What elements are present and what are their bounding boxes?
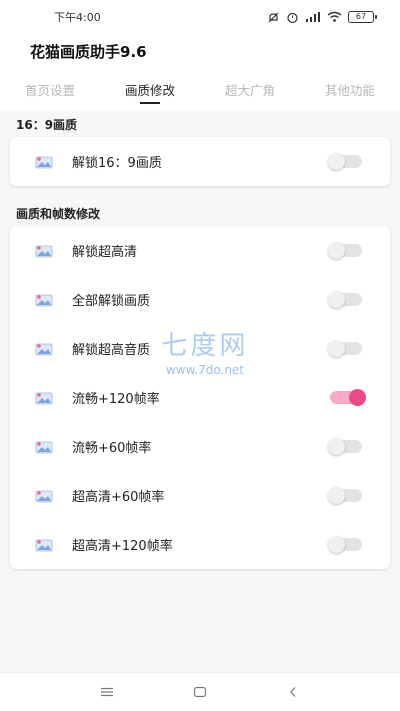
quality-card: 解锁超高清 全部解锁画质 解锁超高音质 流畅+120帧率 流畅+60帧率 超高清… bbox=[10, 226, 390, 569]
toggle-switch[interactable] bbox=[328, 242, 362, 259]
toggle-knob bbox=[349, 389, 366, 406]
nav-home-button[interactable] bbox=[180, 677, 220, 707]
section-title-aspect: 16：9画质 bbox=[16, 118, 78, 132]
home-icon bbox=[193, 686, 207, 698]
app-title: 花猫画质助手9.6 bbox=[30, 42, 147, 61]
setting-row[interactable]: 全部解锁画质 bbox=[10, 275, 390, 324]
toggle-knob bbox=[328, 153, 345, 170]
toggle-knob bbox=[328, 487, 345, 504]
tab-bar: 首页设置 画质修改 超大广角 其他功能 bbox=[0, 68, 400, 110]
wifi-icon bbox=[327, 11, 342, 22]
toggle-knob bbox=[328, 291, 345, 308]
signal-icon bbox=[306, 12, 320, 22]
image-card-icon bbox=[35, 539, 53, 551]
setting-label: 解锁16：9画质 bbox=[72, 156, 162, 171]
setting-label: 解锁超高清 bbox=[72, 245, 138, 260]
toggle-knob bbox=[328, 340, 345, 357]
nav-back-button[interactable] bbox=[273, 677, 313, 707]
image-card-icon bbox=[35, 392, 53, 404]
image-card-icon bbox=[35, 441, 53, 453]
toggle-switch[interactable] bbox=[328, 340, 362, 357]
setting-row[interactable]: 解锁16：9画质 bbox=[10, 137, 390, 186]
toggle-knob bbox=[328, 536, 345, 553]
setting-row[interactable]: 解锁超高清 bbox=[10, 226, 390, 275]
battery-icon: 67 bbox=[348, 11, 377, 23]
setting-label: 全部解锁画质 bbox=[72, 294, 151, 309]
image-card-icon bbox=[35, 294, 53, 306]
toggle-knob bbox=[328, 438, 345, 455]
tab-label: 首页设置 bbox=[24, 83, 75, 98]
setting-row[interactable]: 流畅+120帧率 bbox=[10, 373, 390, 422]
system-nav-bar bbox=[0, 672, 400, 711]
tab-label: 其他功能 bbox=[324, 83, 375, 98]
toggle-knob bbox=[328, 242, 345, 259]
image-card-icon bbox=[35, 156, 53, 168]
aspect-card: 解锁16：9画质 bbox=[10, 137, 390, 186]
image-card-icon bbox=[35, 490, 53, 502]
alarm-icon bbox=[287, 12, 298, 23]
menu-icon bbox=[100, 687, 113, 697]
tab-active-indicator bbox=[140, 102, 160, 104]
section-title-quality: 画质和帧数修改 bbox=[16, 207, 101, 221]
setting-row[interactable]: 流畅+60帧率 bbox=[10, 422, 390, 471]
tab-label: 画质修改 bbox=[124, 83, 175, 98]
setting-row[interactable]: 超高清+120帧率 bbox=[10, 520, 390, 569]
tab-wide-angle[interactable]: 超大广角 bbox=[200, 68, 300, 110]
tab-label: 超大广角 bbox=[224, 83, 275, 98]
setting-row[interactable]: 超高清+60帧率 bbox=[10, 471, 390, 520]
setting-label: 超高清+60帧率 bbox=[72, 490, 165, 505]
tab-quality-modify[interactable]: 画质修改 bbox=[100, 68, 200, 110]
toggle-switch[interactable] bbox=[328, 438, 362, 455]
nav-menu-button[interactable] bbox=[87, 677, 127, 707]
status-icons: 67 bbox=[267, 11, 377, 24]
image-card-icon bbox=[35, 343, 53, 355]
setting-label: 流畅+60帧率 bbox=[72, 441, 152, 456]
setting-label: 流畅+120帧率 bbox=[72, 392, 160, 407]
toggle-switch[interactable] bbox=[328, 487, 362, 504]
toggle-switch[interactable] bbox=[328, 153, 362, 170]
tab-other-functions[interactable]: 其他功能 bbox=[300, 68, 400, 110]
back-icon bbox=[290, 687, 296, 697]
toggle-switch[interactable] bbox=[328, 536, 362, 553]
muted-bell-icon bbox=[268, 12, 279, 22]
setting-label: 解锁超高音质 bbox=[72, 343, 151, 358]
image-card-icon bbox=[35, 245, 53, 257]
status-time: 下午4:00 bbox=[54, 11, 101, 24]
setting-row[interactable]: 解锁超高音质 bbox=[10, 324, 390, 373]
status-bar: 下午4:00 67 bbox=[0, 0, 400, 34]
toggle-switch[interactable] bbox=[330, 389, 366, 406]
tab-home-settings[interactable]: 首页设置 bbox=[0, 68, 100, 110]
app-header: 花猫画质助手9.6 bbox=[0, 34, 400, 68]
setting-label: 超高清+120帧率 bbox=[72, 539, 173, 554]
toggle-switch[interactable] bbox=[328, 291, 362, 308]
